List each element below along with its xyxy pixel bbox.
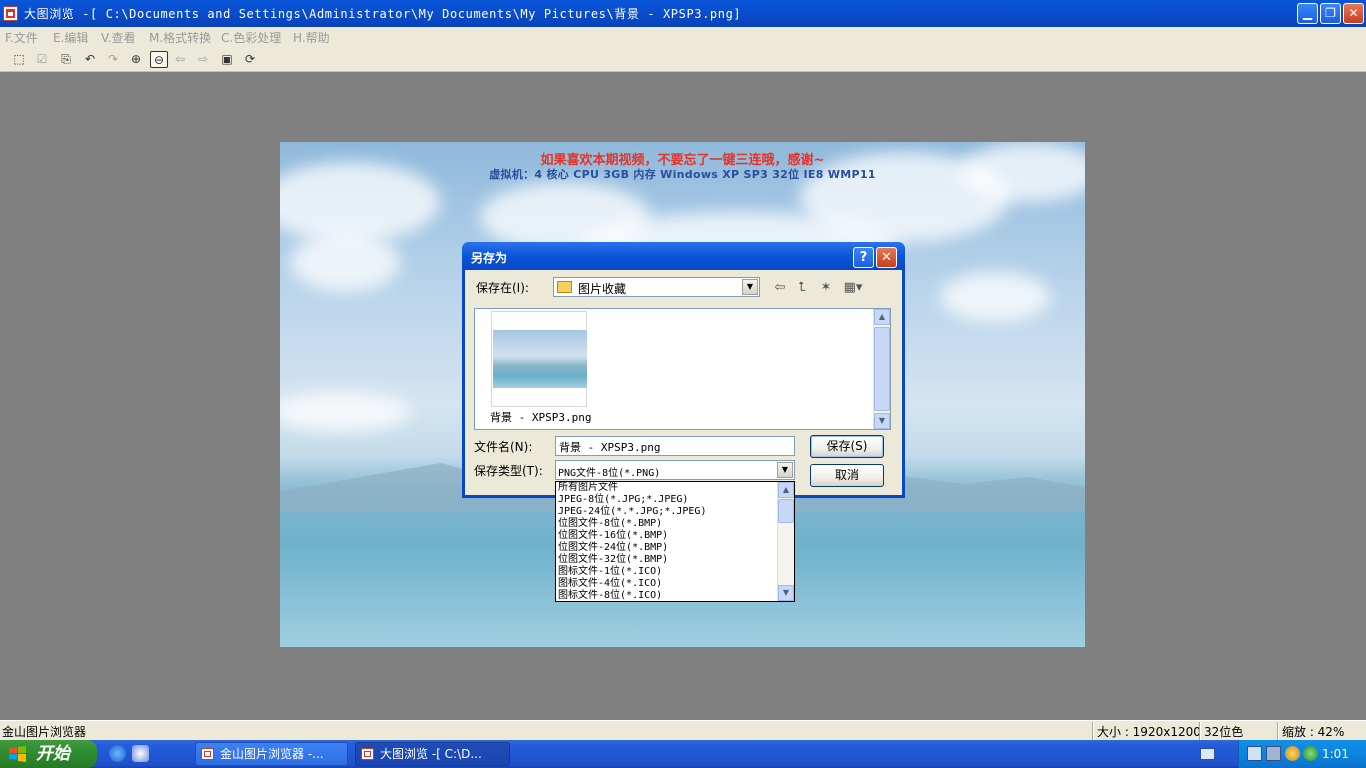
chevron-down-icon[interactable]: ▼ (777, 462, 793, 478)
quicklaunch-icon[interactable] (132, 745, 149, 762)
redo-icon[interactable]: ↷ (104, 51, 122, 68)
dialog-titlebar[interactable]: 另存为 ? ✕ (462, 242, 905, 270)
network-icon[interactable] (1247, 746, 1262, 761)
start-button[interactable]: 开始 (0, 740, 97, 768)
filetype-option[interactable]: 位图文件-8位(*.BMP) (558, 518, 662, 530)
app-icon (3, 6, 18, 21)
filetype-option[interactable]: JPEG-24位(*.*.JPG;*.JPEG) (558, 506, 706, 518)
dropdown-scrollbar[interactable]: ▲ ▼ (777, 482, 794, 601)
status-divider (1199, 722, 1201, 740)
filetype-value: PNG文件-8位(*.PNG) (558, 468, 661, 479)
status-divider (1092, 722, 1094, 740)
filetype-option[interactable]: 所有图片文件 (558, 482, 618, 494)
menubar: F.文件 E.编辑 V.查看 M.格式转换 C.色彩处理 H.帮助 (0, 27, 1366, 47)
minimize-button[interactable]: ▁ (1297, 3, 1318, 24)
save-button[interactable]: 保存(S) (810, 435, 884, 458)
folder-icon (557, 281, 572, 293)
zoom-out-icon[interactable]: ⊖ (150, 51, 168, 68)
file-list[interactable]: 背景 - XPSP3.png ▲ ▼ (474, 308, 891, 430)
copy-icon[interactable]: ⎘ (57, 51, 75, 68)
ie-icon[interactable] (109, 745, 126, 762)
status-divider (1277, 722, 1279, 740)
scroll-down-icon[interactable]: ▼ (778, 585, 794, 601)
file-caption[interactable]: 背景 - XPSP3.png (490, 409, 591, 425)
menu-view[interactable]: V.查看 (101, 29, 135, 46)
menu-help[interactable]: H.帮助 (293, 29, 330, 46)
filetype-option[interactable]: 图标文件-1位(*.ICO) (558, 566, 662, 578)
filetype-option[interactable]: 位图文件-16位(*.BMP) (558, 530, 668, 542)
undo-icon[interactable]: ↶ (81, 51, 99, 68)
menu-edit[interactable]: E.编辑 (53, 29, 88, 46)
security-icon[interactable] (1303, 746, 1318, 761)
menu-file[interactable]: F.文件 (5, 29, 38, 46)
banner-specs: 虚拟机：4 核心 CPU 3GB 内存 Windows XP SP3 32位 I… (489, 168, 876, 181)
view-menu-icon[interactable]: ▦▾ (840, 278, 866, 298)
app-icon (361, 748, 374, 760)
task-button-viewer[interactable]: 大图浏览 -[ C:\D... (355, 742, 510, 766)
select-rect-icon[interactable]: ⬚ (10, 51, 28, 68)
close-button[interactable]: ✕ (1343, 3, 1364, 24)
chevron-down-icon[interactable]: ▼ (742, 279, 758, 295)
maximize-button[interactable]: ❐ (1320, 3, 1341, 24)
app-icon (201, 748, 214, 760)
new-folder-icon[interactable]: ✶ (816, 278, 836, 298)
window-titlebar[interactable]: 大图浏览 -[ C:\Documents and Settings\Admini… (0, 0, 1366, 27)
vm-icon[interactable] (1266, 746, 1281, 761)
zoom-in-icon[interactable]: ⊕ (127, 51, 145, 68)
task-label: 金山图片浏览器 -... (220, 747, 324, 761)
volume-icon[interactable] (1285, 746, 1300, 761)
file-list-scrollbar[interactable]: ▲ ▼ (873, 309, 890, 429)
dialog-close-button[interactable]: ✕ (876, 247, 897, 268)
status-size: 大小 : 1920x1200 (1097, 725, 1201, 739)
scroll-down-icon[interactable]: ▼ (874, 413, 890, 429)
file-thumbnail[interactable] (491, 311, 587, 407)
toolbar: ⬚ ☑ ⎘ ↶ ↷ ⊕ ⊖ ⇦ ⇨ ▣ ⟳ (0, 47, 1366, 72)
cancel-button[interactable]: 取消 (810, 464, 884, 487)
filename-label: 文件名(N): (474, 440, 533, 454)
filetype-label: 保存类型(T): (474, 464, 543, 478)
filetype-combo[interactable]: PNG文件-8位(*.PNG) ▼ (555, 460, 795, 480)
status-app-name: 金山图片浏览器 (2, 725, 87, 739)
filetype-option[interactable]: 位图文件-32位(*.BMP) (558, 554, 668, 566)
scroll-up-icon[interactable]: ▲ (778, 482, 794, 498)
up-folder-icon[interactable]: ⮤ (792, 278, 812, 298)
filetype-option[interactable]: 图标文件-8位(*.ICO) (558, 590, 662, 602)
next-icon[interactable]: ⇨ (194, 51, 212, 68)
filetype-option[interactable]: 图标文件-4位(*.ICO) (558, 578, 662, 590)
menu-format[interactable]: M.格式转换 (149, 29, 211, 46)
filetype-dropdown[interactable]: 所有图片文件 JPEG-8位(*.JPG;*.JPEG) JPEG-24位(*.… (555, 481, 795, 602)
save-in-label: 保存在(I): (476, 281, 529, 295)
scroll-thumb[interactable] (874, 327, 890, 411)
start-label: 开始 (36, 744, 70, 764)
filetype-option[interactable]: 位图文件-24位(*.BMP) (558, 542, 668, 554)
window-title: 大图浏览 -[ C:\Documents and Settings\Admini… (24, 7, 742, 21)
help-button[interactable]: ? (853, 247, 874, 268)
rotate-icon[interactable]: ⟳ (241, 51, 259, 68)
back-icon[interactable]: ⇦ (770, 278, 790, 298)
dialog-title: 另存为 (471, 251, 508, 265)
task-button-browser[interactable]: 金山图片浏览器 -... (195, 742, 348, 766)
menu-color[interactable]: C.色彩处理 (221, 29, 281, 46)
save-in-value: 图片收藏 (578, 282, 627, 296)
status-zoom: 缩放 : 42% (1282, 725, 1345, 739)
task-label: 大图浏览 -[ C:\D... (380, 747, 482, 761)
save-as-dialog: 另存为 ? ✕ 保存在(I): 图片收藏 ▼ ⇦ ⮤ ✶ ▦▾ 背景 - XPS… (462, 242, 905, 498)
fit-window-icon[interactable]: ▣ (218, 51, 236, 68)
thumbnail-image (493, 330, 587, 388)
filename-input[interactable]: 背景 - XPSP3.png (555, 436, 795, 456)
scroll-thumb[interactable] (778, 499, 794, 523)
prev-icon[interactable]: ⇦ (171, 51, 189, 68)
windows-logo-icon (9, 746, 26, 762)
statusbar: 金山图片浏览器 大小 : 1920x1200 32位色 缩放 : 42% (0, 720, 1366, 740)
clock: 1:01 (1322, 747, 1349, 761)
scroll-up-icon[interactable]: ▲ (874, 309, 890, 325)
filetype-option[interactable]: JPEG-8位(*.JPG;*.JPEG) (558, 494, 688, 506)
save-in-combo[interactable]: 图片收藏 ▼ (553, 277, 760, 297)
check-icon[interactable]: ☑ (33, 51, 51, 68)
keyboard-icon[interactable] (1200, 748, 1215, 760)
status-depth: 32位色 (1204, 725, 1244, 739)
taskbar: 开始 金山图片浏览器 -... 大图浏览 -[ C:\D... 1:01 (0, 740, 1366, 768)
